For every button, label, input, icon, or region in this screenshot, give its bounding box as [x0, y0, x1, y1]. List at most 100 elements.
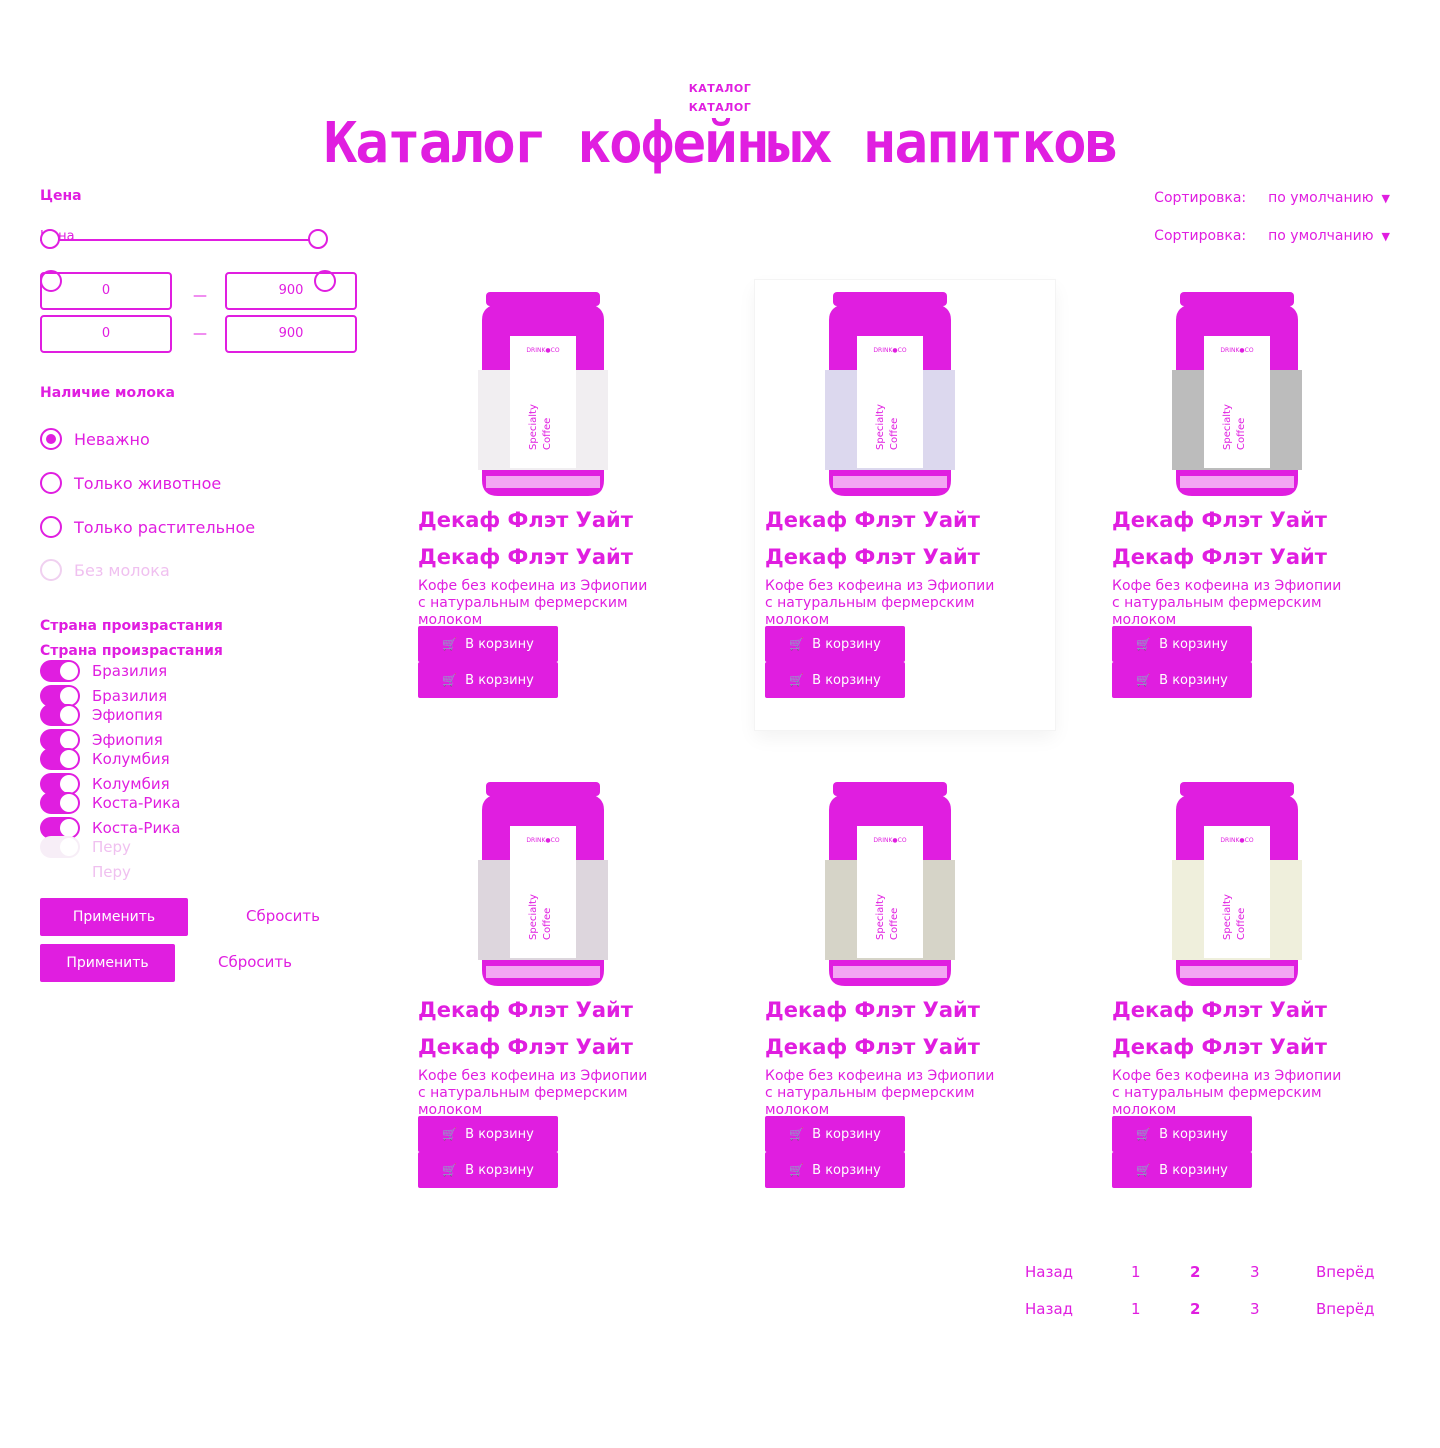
add-to-cart-label: В корзину — [465, 1126, 534, 1142]
product-name[interactable]: Декаф Флэт Уайт — [765, 508, 980, 532]
country-option-label: Колумбия — [92, 750, 170, 768]
pagination-page-3[interactable]: 3 — [1250, 1263, 1260, 1281]
product-can-image: DRINK●CO Specialty Coffee — [1172, 782, 1302, 986]
cart-icon: 🛒 — [789, 637, 805, 651]
product-card[interactable]: DRINK●CO Specialty Coffee Декаф Флэт Уайт Де… — [755, 280, 1055, 730]
svg-text:Coffee: Coffee — [889, 418, 900, 450]
cart-icon: 🛒 — [789, 673, 805, 687]
price-min-input[interactable]: 0 — [40, 272, 172, 310]
product-card[interactable]: DRINK●CO Specialty Coffee Декаф Флэт Уайт Де… — [408, 770, 708, 1220]
milk-option-none: Без молока — [40, 558, 170, 582]
reset-filters-button[interactable]: Сбросить — [240, 906, 326, 926]
add-to-cart-button[interactable]: 🛒 В корзину — [418, 1116, 558, 1152]
price-range-track — [40, 239, 318, 241]
country-option-label: Эфиопия — [92, 706, 163, 724]
chevron-down-icon: ▼ — [1381, 229, 1390, 243]
country-option-brazil[interactable]: Бразилия — [40, 660, 167, 682]
product-name-shadow: Декаф Флэт Уайт — [1112, 545, 1327, 569]
price-filter-label: Цена — [40, 188, 82, 204]
add-to-cart-button-shadow: 🛒 В корзину — [418, 1152, 558, 1188]
price-max-input[interactable]: 900 — [225, 272, 357, 310]
svg-text:DRINK●CO: DRINK●CO — [873, 837, 906, 844]
product-name[interactable]: Декаф Флэт Уайт — [418, 508, 633, 532]
country-filter-label: Страна произрастания — [40, 618, 223, 634]
country-option-label: Коста-Рика — [92, 819, 181, 837]
price-range-min-handle[interactable] — [40, 229, 60, 249]
product-description: Кофе без кофеина из Эфиопии с натуральны… — [1112, 578, 1342, 628]
product-name-shadow: Декаф Флэт Уайт — [1112, 1035, 1327, 1059]
country-option-label: Коста-Рика — [92, 794, 181, 812]
chevron-down-icon: ▼ — [1381, 191, 1390, 205]
svg-text:DRINK●CO: DRINK●CO — [873, 347, 906, 354]
price-range-max-handle[interactable] — [308, 229, 328, 249]
pagination-page-1[interactable]: 1 — [1131, 1263, 1141, 1281]
add-to-cart-button[interactable]: 🛒 В корзину — [1112, 1116, 1252, 1152]
product-description: Кофе без кофеина из Эфиопии с натуральны… — [1112, 1068, 1342, 1118]
svg-text:Coffee: Coffee — [889, 908, 900, 940]
product-can-image: DRINK●CO Specialty Coffee — [1172, 292, 1302, 496]
radio-empty-icon — [40, 516, 62, 538]
svg-text:DRINK●CO: DRINK●CO — [1220, 837, 1253, 844]
sort-label: Сортировка: — [1154, 228, 1247, 244]
sort-label: Сортировка: — [1154, 190, 1247, 206]
cart-icon: 🛒 — [442, 673, 458, 687]
add-to-cart-button-shadow: 🛒 В корзину — [765, 1152, 905, 1188]
checkbox-disabled-icon — [40, 861, 80, 883]
product-name[interactable]: Декаф Флэт Уайт — [418, 998, 633, 1022]
product-card[interactable]: DRINK●CO Specialty Coffee Декаф Флэт Уайт Де… — [755, 770, 1055, 1220]
add-to-cart-button-shadow: 🛒 В корзину — [765, 662, 905, 698]
country-option-ethiopia[interactable]: Эфиопия — [40, 704, 163, 726]
product-card[interactable]: DRINK●CO Specialty Coffee Декаф Флэт Уайт Де… — [1102, 280, 1402, 730]
pagination-prev-shadow: Назад — [1025, 1300, 1074, 1318]
svg-text:Specialty: Specialty — [528, 404, 539, 450]
country-option-label: Колумбия — [92, 775, 170, 793]
product-name-shadow: Декаф Флэт Уайт — [418, 545, 633, 569]
milk-option-any[interactable]: Неважно — [40, 427, 150, 451]
sort-value: по умолчанию — [1268, 190, 1374, 206]
add-to-cart-label: В корзину — [1159, 1126, 1228, 1142]
radio-checked-icon — [40, 428, 62, 450]
country-option-costa-rica[interactable]: Коста-Рика — [40, 792, 180, 814]
svg-text:DRINK●CO: DRINK●CO — [1220, 347, 1253, 354]
add-to-cart-label: В корзину — [465, 1162, 534, 1178]
sort-select[interactable]: Сортировка: по умолчанию ▼ — [1154, 190, 1390, 206]
add-to-cart-button[interactable]: 🛒 В корзину — [1112, 626, 1252, 662]
apply-filters-button[interactable]: Применить — [40, 898, 188, 936]
price-max-input-shadow: 900 — [225, 315, 357, 353]
pagination-prev[interactable]: Назад — [1025, 1263, 1073, 1281]
product-can-image: DRINK●CO Specialty Coffee — [478, 292, 608, 496]
add-to-cart-label: В корзину — [1159, 636, 1228, 652]
product-card[interactable]: DRINK●CO Specialty Coffee Декаф Флэт Уайт Де… — [1102, 770, 1402, 1220]
add-to-cart-button[interactable]: 🛒 В корзину — [418, 626, 558, 662]
radio-empty-icon — [40, 472, 62, 494]
product-can-image: DRINK●CO Specialty Coffee — [478, 782, 608, 986]
add-to-cart-label: В корзину — [1159, 1162, 1228, 1178]
add-to-cart-button[interactable]: 🛒 В корзину — [765, 626, 905, 662]
svg-text:Specialty: Specialty — [1222, 894, 1233, 940]
add-to-cart-label: В корзину — [465, 636, 534, 652]
product-name[interactable]: Декаф Флэт Уайт — [1112, 508, 1327, 532]
add-to-cart-button[interactable]: 🛒 В корзину — [765, 1116, 905, 1152]
price-separator-shadow: — — [193, 326, 207, 342]
product-name[interactable]: Декаф Флэт Уайт — [1112, 998, 1327, 1022]
product-name-shadow: Декаф Флэт Уайт — [765, 545, 980, 569]
country-filter-label-shadow: Страна произрастания — [40, 643, 223, 659]
pagination-next[interactable]: Вперёд — [1316, 1263, 1374, 1281]
svg-text:Coffee: Coffee — [542, 908, 553, 940]
add-to-cart-label: В корзину — [812, 1162, 881, 1178]
milk-option-animal[interactable]: Только животное — [40, 471, 221, 495]
country-option-colombia[interactable]: Колумбия — [40, 748, 170, 770]
svg-text:Specialty: Specialty — [1222, 404, 1233, 450]
product-name[interactable]: Декаф Флэт Уайт — [765, 998, 980, 1022]
reset-filters-button-shadow: Сбросить — [212, 952, 298, 972]
add-to-cart-button-shadow: 🛒 В корзину — [418, 662, 558, 698]
product-can-image: DRINK●CO Specialty Coffee — [825, 782, 955, 986]
pagination-page-2-current[interactable]: 2 — [1190, 1263, 1200, 1281]
section-overline: КАТАЛОГ — [688, 82, 752, 95]
milk-option-label: Неважно — [74, 429, 150, 449]
country-option-label: Перу — [92, 863, 131, 881]
country-option-peru-shadow: Перу — [40, 861, 131, 883]
checkbox-checked-icon — [40, 792, 80, 814]
milk-option-plant[interactable]: Только растительное — [40, 515, 255, 539]
product-card[interactable]: DRINK●CO Specialty Coffee Декаф Флэт Уайт Де… — [408, 280, 708, 730]
